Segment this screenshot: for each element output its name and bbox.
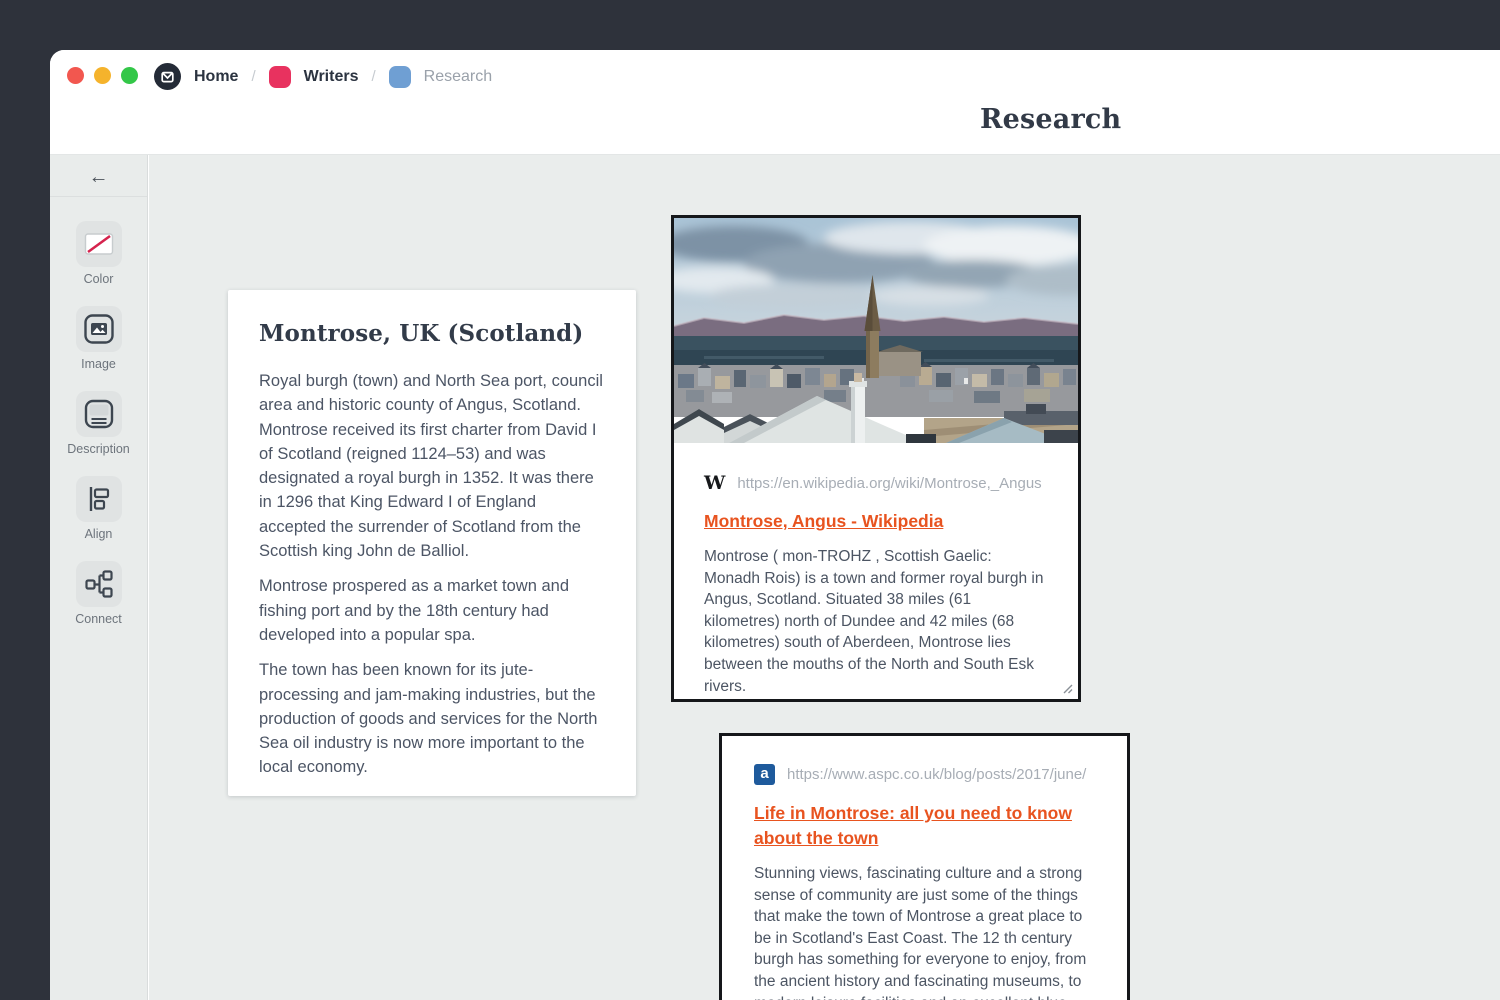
wikipedia-favicon-icon: W	[704, 474, 725, 493]
board-canvas[interactable]: Montrose, UK (Scotland) Royal burgh (tow…	[149, 155, 1500, 1000]
aspc-favicon-icon: a	[754, 764, 775, 785]
note-card[interactable]: Montrose, UK (Scotland) Royal burgh (tow…	[228, 290, 636, 796]
wiki-link-title[interactable]: Montrose, Angus - Wikipedia	[704, 509, 943, 534]
tool-label: Color	[84, 272, 114, 286]
tool-align[interactable]: Align	[76, 476, 122, 541]
breadcrumb-item-home[interactable]: Home	[194, 68, 238, 86]
tool-image[interactable]: Image	[76, 306, 122, 371]
board-title: Research	[980, 104, 1121, 135]
close-window-button[interactable]	[67, 67, 84, 84]
description-icon	[76, 391, 122, 437]
tool-list: Color Image	[50, 197, 147, 646]
milanote-logo-icon[interactable]	[154, 63, 181, 90]
note-paragraph: The town has been known for its jute-pro…	[259, 658, 605, 779]
tool-connect[interactable]: Connect	[75, 561, 122, 626]
breadcrumb: Home / Writers / Research	[154, 63, 492, 90]
maximize-window-button[interactable]	[121, 67, 138, 84]
breadcrumb-item-research[interactable]: Research	[424, 68, 492, 86]
note-paragraph: Royal burgh (town) and North Sea port, c…	[259, 369, 605, 563]
montrose-town-photo	[674, 218, 1078, 443]
breadcrumb-separator: /	[371, 68, 375, 85]
image-icon	[76, 306, 122, 352]
title-bar: Home / Writers / Research Research	[50, 50, 1500, 155]
connect-nodes-icon	[76, 561, 122, 607]
aspc-link-description: Stunning views, fascinating culture and …	[754, 863, 1095, 1000]
minimize-window-button[interactable]	[94, 67, 111, 84]
blue-board-icon[interactable]	[389, 66, 411, 88]
resize-handle-icon[interactable]	[1061, 682, 1074, 695]
aspc-url-row: a https://www.aspc.co.uk/blog/posts/2017…	[754, 764, 1095, 785]
tool-label: Description	[67, 442, 130, 456]
note-paragraph: Montrose prospered as a market town and …	[259, 574, 605, 647]
wiki-link-card[interactable]: W https://en.wikipedia.org/wiki/Montrose…	[671, 215, 1081, 702]
tool-label: Connect	[75, 612, 122, 626]
breadcrumb-item-writers[interactable]: Writers	[304, 68, 359, 86]
aspc-url: https://www.aspc.co.uk/blog/posts/2017/j…	[787, 766, 1095, 783]
window-controls	[67, 67, 138, 84]
color-swatch-icon	[76, 221, 122, 267]
note-title: Montrose, UK (Scotland)	[259, 320, 605, 347]
tool-color[interactable]: Color	[76, 221, 122, 286]
align-left-icon	[76, 476, 122, 522]
wiki-url: https://en.wikipedia.org/wiki/Montrose,_…	[737, 475, 1048, 492]
pink-board-icon[interactable]	[269, 66, 291, 88]
wiki-url-row: W https://en.wikipedia.org/wiki/Montrose…	[704, 474, 1048, 493]
wiki-card-body: W https://en.wikipedia.org/wiki/Montrose…	[674, 443, 1078, 697]
collapse-sidebar-button[interactable]: ←	[78, 164, 120, 190]
tool-label: Image	[81, 357, 116, 371]
tool-sidebar: ← Color	[50, 155, 148, 1000]
aspc-link-title[interactable]: Life in Montrose: all you need to know a…	[754, 801, 1095, 851]
wiki-link-description: Montrose ( mon-TROHZ , Scottish Gaelic: …	[704, 546, 1048, 697]
app-window: Home / Writers / Research Research ← Col…	[50, 50, 1500, 1000]
tool-description[interactable]: Description	[67, 391, 130, 456]
aspc-link-card[interactable]: a https://www.aspc.co.uk/blog/posts/2017…	[719, 733, 1130, 1000]
aspc-card-body: a https://www.aspc.co.uk/blog/posts/2017…	[722, 736, 1127, 1000]
breadcrumb-separator: /	[251, 68, 255, 85]
tool-label: Align	[85, 527, 113, 541]
